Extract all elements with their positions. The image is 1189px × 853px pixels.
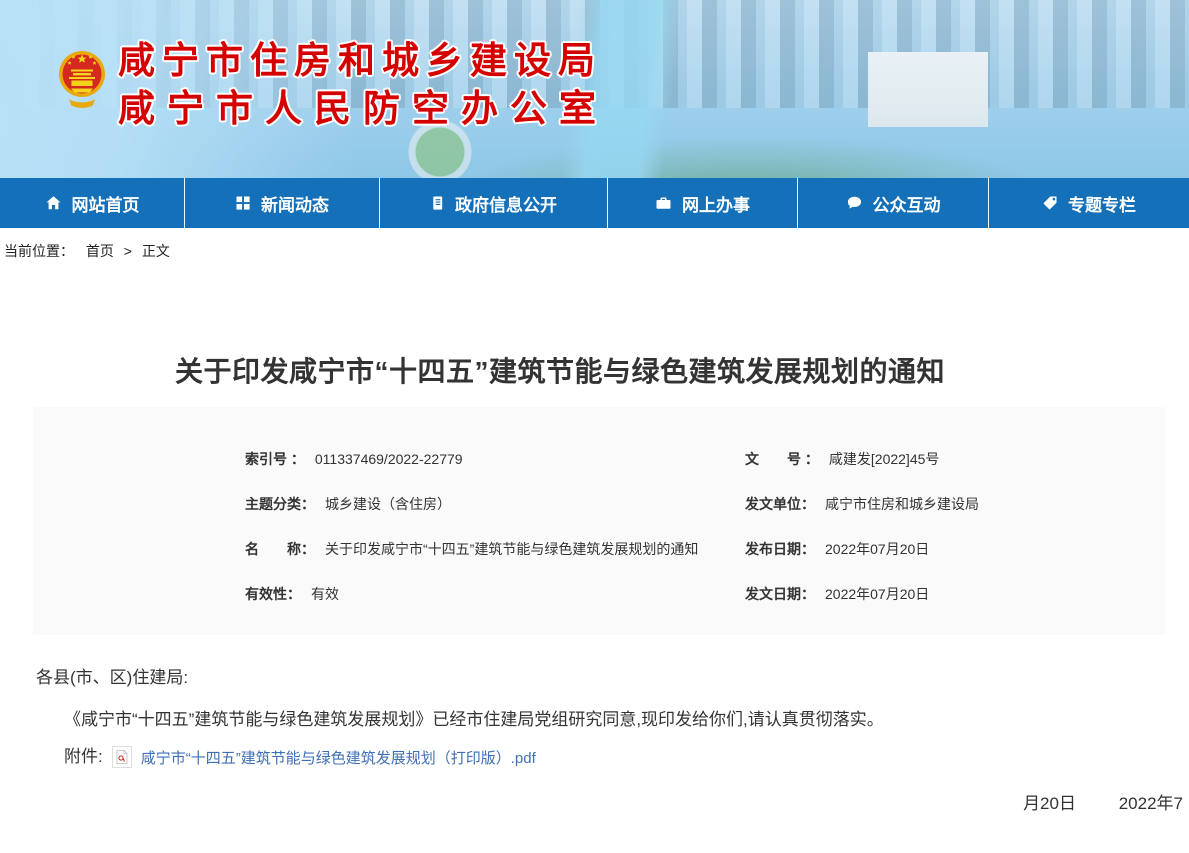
document-meta-panel: 索引号 ： 011337469/2022-22779 文 号 ： 咸建发[202… bbox=[33, 407, 1165, 635]
meta-value: 咸建发[2022]45号 bbox=[829, 449, 940, 469]
meta-index-number: 索引号 ： 011337469/2022-22779 bbox=[245, 449, 745, 469]
nav-item-label: 专题专栏 bbox=[1068, 191, 1136, 216]
meta-issue-date: 发文日期： 2022年07月20日 bbox=[745, 584, 929, 604]
nav-item-label: 公众互动 bbox=[873, 191, 941, 216]
attachment-row: 附件: 咸宁市“十四五”建筑节能与绿色建筑发展规划（打印版）.pdf bbox=[64, 745, 1189, 769]
page: 咸宁市住房和城乡建设局 咸宁市人民防空办公室 网站首页 新闻动态 政府信息公开 bbox=[0, 0, 1189, 814]
meta-value: 011337469/2022-22779 bbox=[315, 449, 463, 469]
date-line: 月20日 2022年7 bbox=[36, 789, 1189, 814]
meta-validity: 有效性： 有效 bbox=[245, 584, 745, 604]
nav-item-special-topics[interactable]: 专题专栏 bbox=[989, 178, 1189, 228]
chat-icon bbox=[846, 195, 863, 211]
meta-value: 2022年07月20日 bbox=[825, 584, 929, 604]
attachment-label: 附件: bbox=[64, 745, 103, 769]
meta-label: 发文单位： bbox=[745, 494, 815, 514]
national-emblem-icon bbox=[58, 47, 106, 113]
nav-item-gov-info[interactable]: 政府信息公开 bbox=[380, 178, 608, 228]
org-title-line-1: 咸宁市住房和城乡建设局 bbox=[118, 38, 608, 84]
meta-label: 索引号 ： bbox=[245, 449, 305, 469]
meta-row: 名 称： 关于印发咸宁市“十四五”建筑节能与绿色建筑发展规划的通知 发布日期： … bbox=[245, 539, 1145, 559]
breadcrumb: 当前位置： 首页 > 正文 bbox=[0, 228, 1189, 271]
breadcrumb-home-link[interactable]: 首页 bbox=[86, 243, 114, 259]
site-title: 咸宁市住房和城乡建设局 咸宁市人民防空办公室 bbox=[118, 38, 608, 132]
meta-label: 名 称： bbox=[245, 539, 315, 559]
meta-value: 咸宁市住房和城乡建设局 bbox=[825, 494, 979, 514]
document-body: 各县(市、区)住建局: 《咸宁市“十四五”建筑节能与绿色建筑发展规划》已经市住建… bbox=[36, 667, 1189, 814]
meta-value: 关于印发咸宁市“十四五”建筑节能与绿色建筑发展规划的通知 bbox=[325, 539, 698, 559]
date-part-1: 月20日 bbox=[1023, 794, 1076, 813]
nav-item-online-services[interactable]: 网上办事 bbox=[608, 178, 798, 228]
meta-value: 城乡建设（含住房） bbox=[325, 494, 451, 514]
meta-topic-category: 主题分类： 城乡建设（含住房） bbox=[245, 494, 745, 514]
meta-doc-name: 名 称： 关于印发咸宁市“十四五”建筑节能与绿色建筑发展规划的通知 bbox=[245, 539, 745, 559]
tag-icon bbox=[1042, 195, 1058, 211]
document-icon bbox=[430, 195, 445, 211]
nav-item-label: 网站首页 bbox=[72, 191, 140, 216]
page-title: 关于印发咸宁市“十四五”建筑节能与绿色建筑发展规划的通知 bbox=[0, 353, 1120, 391]
meta-label: 发文日期： bbox=[745, 584, 815, 604]
meta-row: 索引号 ： 011337469/2022-22779 文 号 ： 咸建发[202… bbox=[245, 449, 1145, 469]
meta-publish-date: 发布日期： 2022年07月20日 bbox=[745, 539, 929, 559]
meta-value: 2022年07月20日 bbox=[825, 539, 929, 559]
meta-row: 有效性： 有效 发文日期： 2022年07月20日 bbox=[245, 584, 1145, 604]
meta-label: 文 号 ： bbox=[745, 449, 819, 469]
salutation: 各县(市、区)住建局: bbox=[36, 667, 1189, 689]
nav-item-public-interaction[interactable]: 公众互动 bbox=[798, 178, 989, 228]
breadcrumb-label: 当前位置： bbox=[4, 243, 74, 259]
org-title-line-2: 咸宁市人民防空办公室 bbox=[118, 86, 608, 132]
site-header: 咸宁市住房和城乡建设局 咸宁市人民防空办公室 bbox=[0, 0, 1189, 178]
nav-item-label: 新闻动态 bbox=[261, 191, 329, 216]
meta-doc-number: 文 号 ： 咸建发[2022]45号 bbox=[745, 449, 939, 469]
article: 关于印发咸宁市“十四五”建筑节能与绿色建筑发展规划的通知 索引号 ： 01133… bbox=[0, 353, 1189, 814]
home-icon bbox=[45, 195, 62, 211]
breadcrumb-current: 正文 bbox=[142, 243, 170, 259]
attachment-link[interactable]: 咸宁市“十四五”建筑节能与绿色建筑发展规划（打印版）.pdf bbox=[141, 747, 536, 768]
nav-item-news[interactable]: 新闻动态 bbox=[185, 178, 380, 228]
grid-icon bbox=[235, 195, 251, 211]
pdf-file-icon[interactable] bbox=[112, 746, 132, 768]
meta-issuing-unit: 发文单位： 咸宁市住房和城乡建设局 bbox=[745, 494, 979, 514]
nav-item-label: 政府信息公开 bbox=[455, 191, 557, 216]
nav-item-label: 网上办事 bbox=[682, 191, 750, 216]
date-part-2: 2022年7 bbox=[1119, 794, 1183, 813]
meta-row: 主题分类： 城乡建设（含住房） 发文单位： 咸宁市住房和城乡建设局 bbox=[245, 494, 1145, 514]
main-nav: 网站首页 新闻动态 政府信息公开 网上办事 公众互动 bbox=[0, 178, 1189, 228]
body-paragraph: 《咸宁市“十四五”建筑节能与绿色建筑发展规划》已经市住建局党组研究同意,现印发给… bbox=[64, 709, 1189, 731]
briefcase-icon bbox=[655, 195, 672, 211]
meta-value: 有效 bbox=[311, 584, 339, 604]
meta-label: 主题分类： bbox=[245, 494, 315, 514]
breadcrumb-separator: > bbox=[124, 243, 132, 259]
nav-item-home[interactable]: 网站首页 bbox=[0, 178, 185, 228]
meta-label: 有效性： bbox=[245, 584, 301, 604]
meta-label: 发布日期： bbox=[745, 539, 815, 559]
